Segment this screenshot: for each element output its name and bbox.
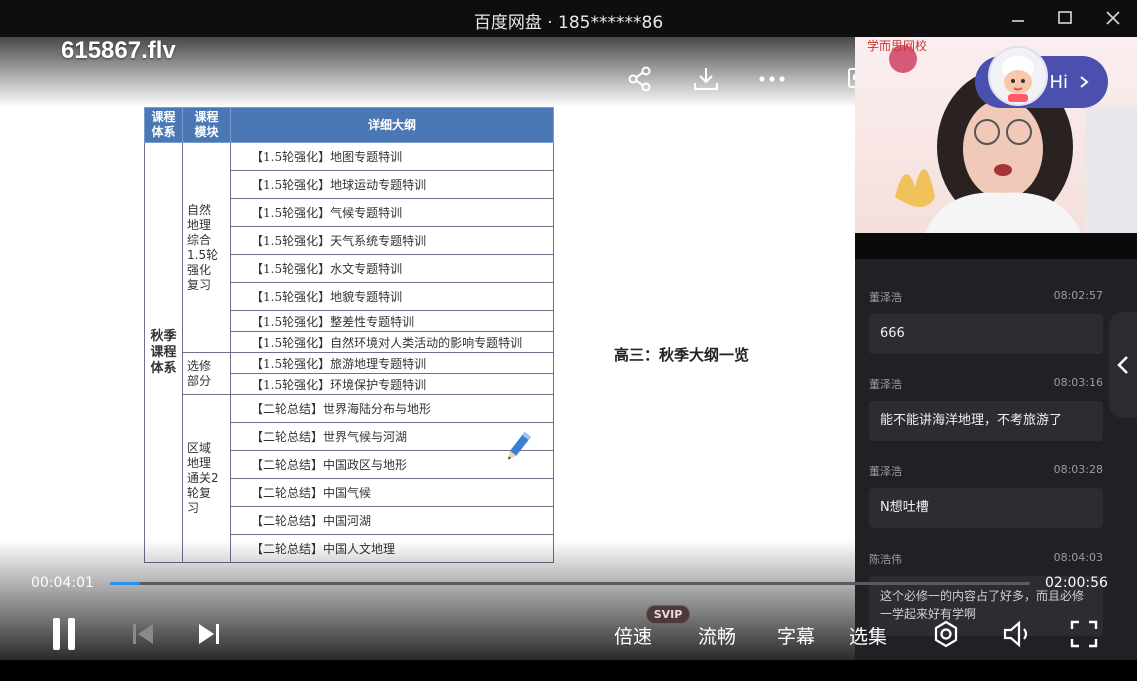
chat-username: 董泽浩 <box>869 465 902 478</box>
fullscreen-button[interactable] <box>1066 616 1102 652</box>
table-header-cell: 详细大纲 <box>230 107 554 143</box>
brand-text: 学而思网校 <box>867 39 928 53</box>
more-button[interactable] <box>755 62 789 96</box>
chat-message-bubble: 能不能讲海洋地理，不考旅游了 <box>869 401 1103 441</box>
speed-button[interactable]: 倍速 <box>614 622 652 649</box>
close-button[interactable] <box>1099 6 1127 30</box>
table-row: 秋季 课程 体系 自然 地理 综合 1.5轮 强化 复习 【1.5轮强化】地图专题特… <box>144 142 554 563</box>
assistant-mascot-icon <box>1002 56 1034 102</box>
pause-icon <box>53 618 75 650</box>
next-icon <box>199 624 219 644</box>
chat-message-header: 陈浩伟 08:04:03 <box>869 551 1103 567</box>
current-time: 00:04:01 <box>31 575 94 591</box>
bottom-strip <box>0 660 1137 681</box>
chat-top-strip <box>855 233 1137 259</box>
chat-message-bubble: N想吐槽 <box>869 488 1103 528</box>
course-outline-table: 课程 体系 课程 模块 详细大纲 秋季 课程 体系 自然 地理 综合 1.5轮 强化 复… <box>144 107 554 563</box>
outline-item-cell: 【1.5轮强化】地球运动专题特训 <box>230 170 554 199</box>
course-module-cell: 自然 地理 综合 1.5轮 强化 复习 <box>182 142 231 353</box>
download-icon <box>694 68 718 90</box>
outline-item-cell: 【1.5轮强化】地图专题特训 <box>230 142 554 171</box>
chevron-left-icon <box>1117 356 1128 374</box>
progress-fill <box>110 582 141 585</box>
outline-item-cell: 【1.5轮强化】天气系统专题特训 <box>230 226 554 255</box>
progress-bar[interactable] <box>110 582 1030 585</box>
volume-button[interactable] <box>1000 616 1036 652</box>
slide-note: 高三：秋季大纲一览 <box>614 346 750 364</box>
title-bar: 百度网盘 · 185******86 <box>0 0 1137 37</box>
outline-item-cell: 【1.5轮强化】地貌专题特训 <box>230 282 554 311</box>
table-header-row: 课程 体系 课程 模块 详细大纲 <box>144 107 554 143</box>
maximize-button[interactable] <box>1051 6 1079 30</box>
outline-item-cell: 【1.5轮强化】自然环境对人类活动的影响专题特训 <box>230 331 554 353</box>
share-icon <box>628 66 651 92</box>
close-icon <box>1106 11 1120 25</box>
hi-label: Hi <box>1049 71 1068 93</box>
next-button[interactable] <box>194 616 224 652</box>
outline-item-cell: 【二轮总结】世界海陆分布与地形 <box>230 394 554 423</box>
chat-username: 董泽浩 <box>869 378 902 391</box>
table-header-cell: 课程 模块 <box>182 107 231 143</box>
assistant-avatar[interactable] <box>988 46 1048 106</box>
share-button[interactable] <box>623 62 657 96</box>
maximize-icon <box>1058 11 1072 24</box>
course-system-cell: 秋季 课程 体系 <box>144 142 183 563</box>
course-module-cell: 区域 地理 通关2 轮复 习 <box>182 394 231 563</box>
pause-button[interactable] <box>44 616 84 652</box>
eye-settings-icon <box>934 620 958 648</box>
total-time: 02:00:56 <box>1045 575 1108 591</box>
volume-icon <box>1003 620 1028 648</box>
more-icon <box>759 76 785 82</box>
svip-badge: SVIP <box>646 605 690 624</box>
chat-timestamp: 08:02:57 <box>1053 289 1103 302</box>
collapse-panel-button[interactable] <box>1109 312 1137 418</box>
chat-message-bubble: 666 <box>869 314 1103 354</box>
chat-timestamp: 08:03:16 <box>1053 376 1103 389</box>
previous-button[interactable] <box>128 616 158 652</box>
minimize-button[interactable] <box>1004 6 1032 30</box>
chat-username: 陈浩伟 <box>869 553 902 566</box>
table-row: 选修 部分 【1.5轮强化】旅游地理专题特训 <box>145 352 554 395</box>
chevron-right-icon <box>1080 76 1089 88</box>
outline-item-cell: 【1.5轮强化】环境保护专题特训 <box>230 373 554 395</box>
window-title: 百度网盘 · 185******86 <box>473 13 664 33</box>
outline-item-cell: 【1.5轮强化】旅游地理专题特训 <box>230 352 554 374</box>
table-row: 区域 地理 通关2 轮复 习【二轮总结】世界海陆分布与地形 <box>145 394 554 563</box>
chat-message-header: 董泽浩 08:03:16 <box>869 376 1103 392</box>
danmaku-button[interactable] <box>928 616 964 652</box>
outline-item-cell: 【1.5轮强化】整差性专题特训 <box>230 310 554 332</box>
outline-item-cell: 【1.5轮强化】水文专题特训 <box>230 254 554 283</box>
chat-timestamp: 08:03:28 <box>1053 463 1103 476</box>
download-button[interactable] <box>689 62 723 96</box>
pencil-icon <box>508 431 532 460</box>
outline-item-cell: 【1.5轮强化】气候专题特训 <box>230 198 554 227</box>
video-frame[interactable]: 课程 体系 课程 模块 详细大纲 秋季 课程 体系 自然 地理 综合 1.5轮 强化 复… <box>0 37 855 660</box>
minimize-icon <box>1012 20 1024 22</box>
fullscreen-icon <box>1070 620 1098 648</box>
subtitle-button[interactable]: 字幕 <box>777 622 815 649</box>
course-module-cell: 选修 部分 <box>182 352 231 395</box>
chat-message-header: 董泽浩 08:03:28 <box>869 463 1103 479</box>
chat-panel[interactable]: 董泽浩 08:02:57 666 董泽浩 08:03:16 能不能讲海洋地理，不考旅游了董… <box>855 233 1137 660</box>
table-header-cell: 课程 体系 <box>144 107 183 143</box>
episodes-button[interactable]: 选集 <box>849 622 887 649</box>
chat-username: 董泽浩 <box>869 291 902 304</box>
chat-message-header: 董泽浩 08:02:57 <box>869 289 1103 305</box>
outline-item-cell: 【二轮总结】中国气候 <box>230 478 554 507</box>
outline-item-cell: 【二轮总结】中国河湖 <box>230 506 554 535</box>
chat-timestamp: 08:04:03 <box>1053 551 1103 564</box>
previous-icon <box>133 624 153 644</box>
quality-button[interactable]: 流畅 <box>698 622 736 649</box>
video-filename: 615867.flv <box>61 37 176 64</box>
